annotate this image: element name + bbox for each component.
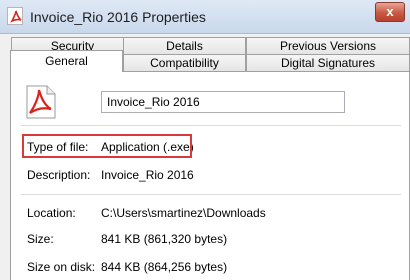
tab-digital-signatures[interactable]: Digital Signatures bbox=[246, 54, 410, 72]
tab-general[interactable]: General bbox=[10, 50, 123, 72]
tab-compatibility[interactable]: Compatibility bbox=[123, 54, 246, 72]
close-button[interactable]: x bbox=[375, 2, 405, 22]
size-value: 841 KB (861,320 bytes) bbox=[101, 232, 228, 246]
location-label: Location: bbox=[27, 206, 76, 220]
pdf-document-icon bbox=[7, 7, 23, 25]
location-value: C:\Users\smartinez\Downloads bbox=[101, 206, 266, 220]
divider bbox=[21, 125, 401, 126]
description-value: Invoice_Rio 2016 bbox=[101, 168, 194, 182]
general-panel: Type of file: Application (.exe) Descrip… bbox=[10, 71, 410, 280]
pdf-document-icon bbox=[21, 82, 61, 122]
tab-details[interactable]: Details bbox=[123, 37, 246, 55]
title-bar: Invoice_Rio 2016 Properties x bbox=[0, 0, 410, 34]
window-title: Invoice_Rio 2016 Properties bbox=[30, 9, 206, 25]
size-on-disk-label: Size on disk: bbox=[27, 260, 96, 274]
size-label: Size: bbox=[27, 232, 54, 246]
size-on-disk-value: 844 KB (864,256 bytes) bbox=[101, 260, 228, 274]
tab-previous-versions[interactable]: Previous Versions bbox=[246, 37, 410, 55]
divider bbox=[21, 194, 401, 195]
description-label: Description: bbox=[27, 168, 91, 182]
type-of-file-highlight bbox=[22, 134, 192, 158]
file-name-field[interactable] bbox=[101, 91, 345, 113]
